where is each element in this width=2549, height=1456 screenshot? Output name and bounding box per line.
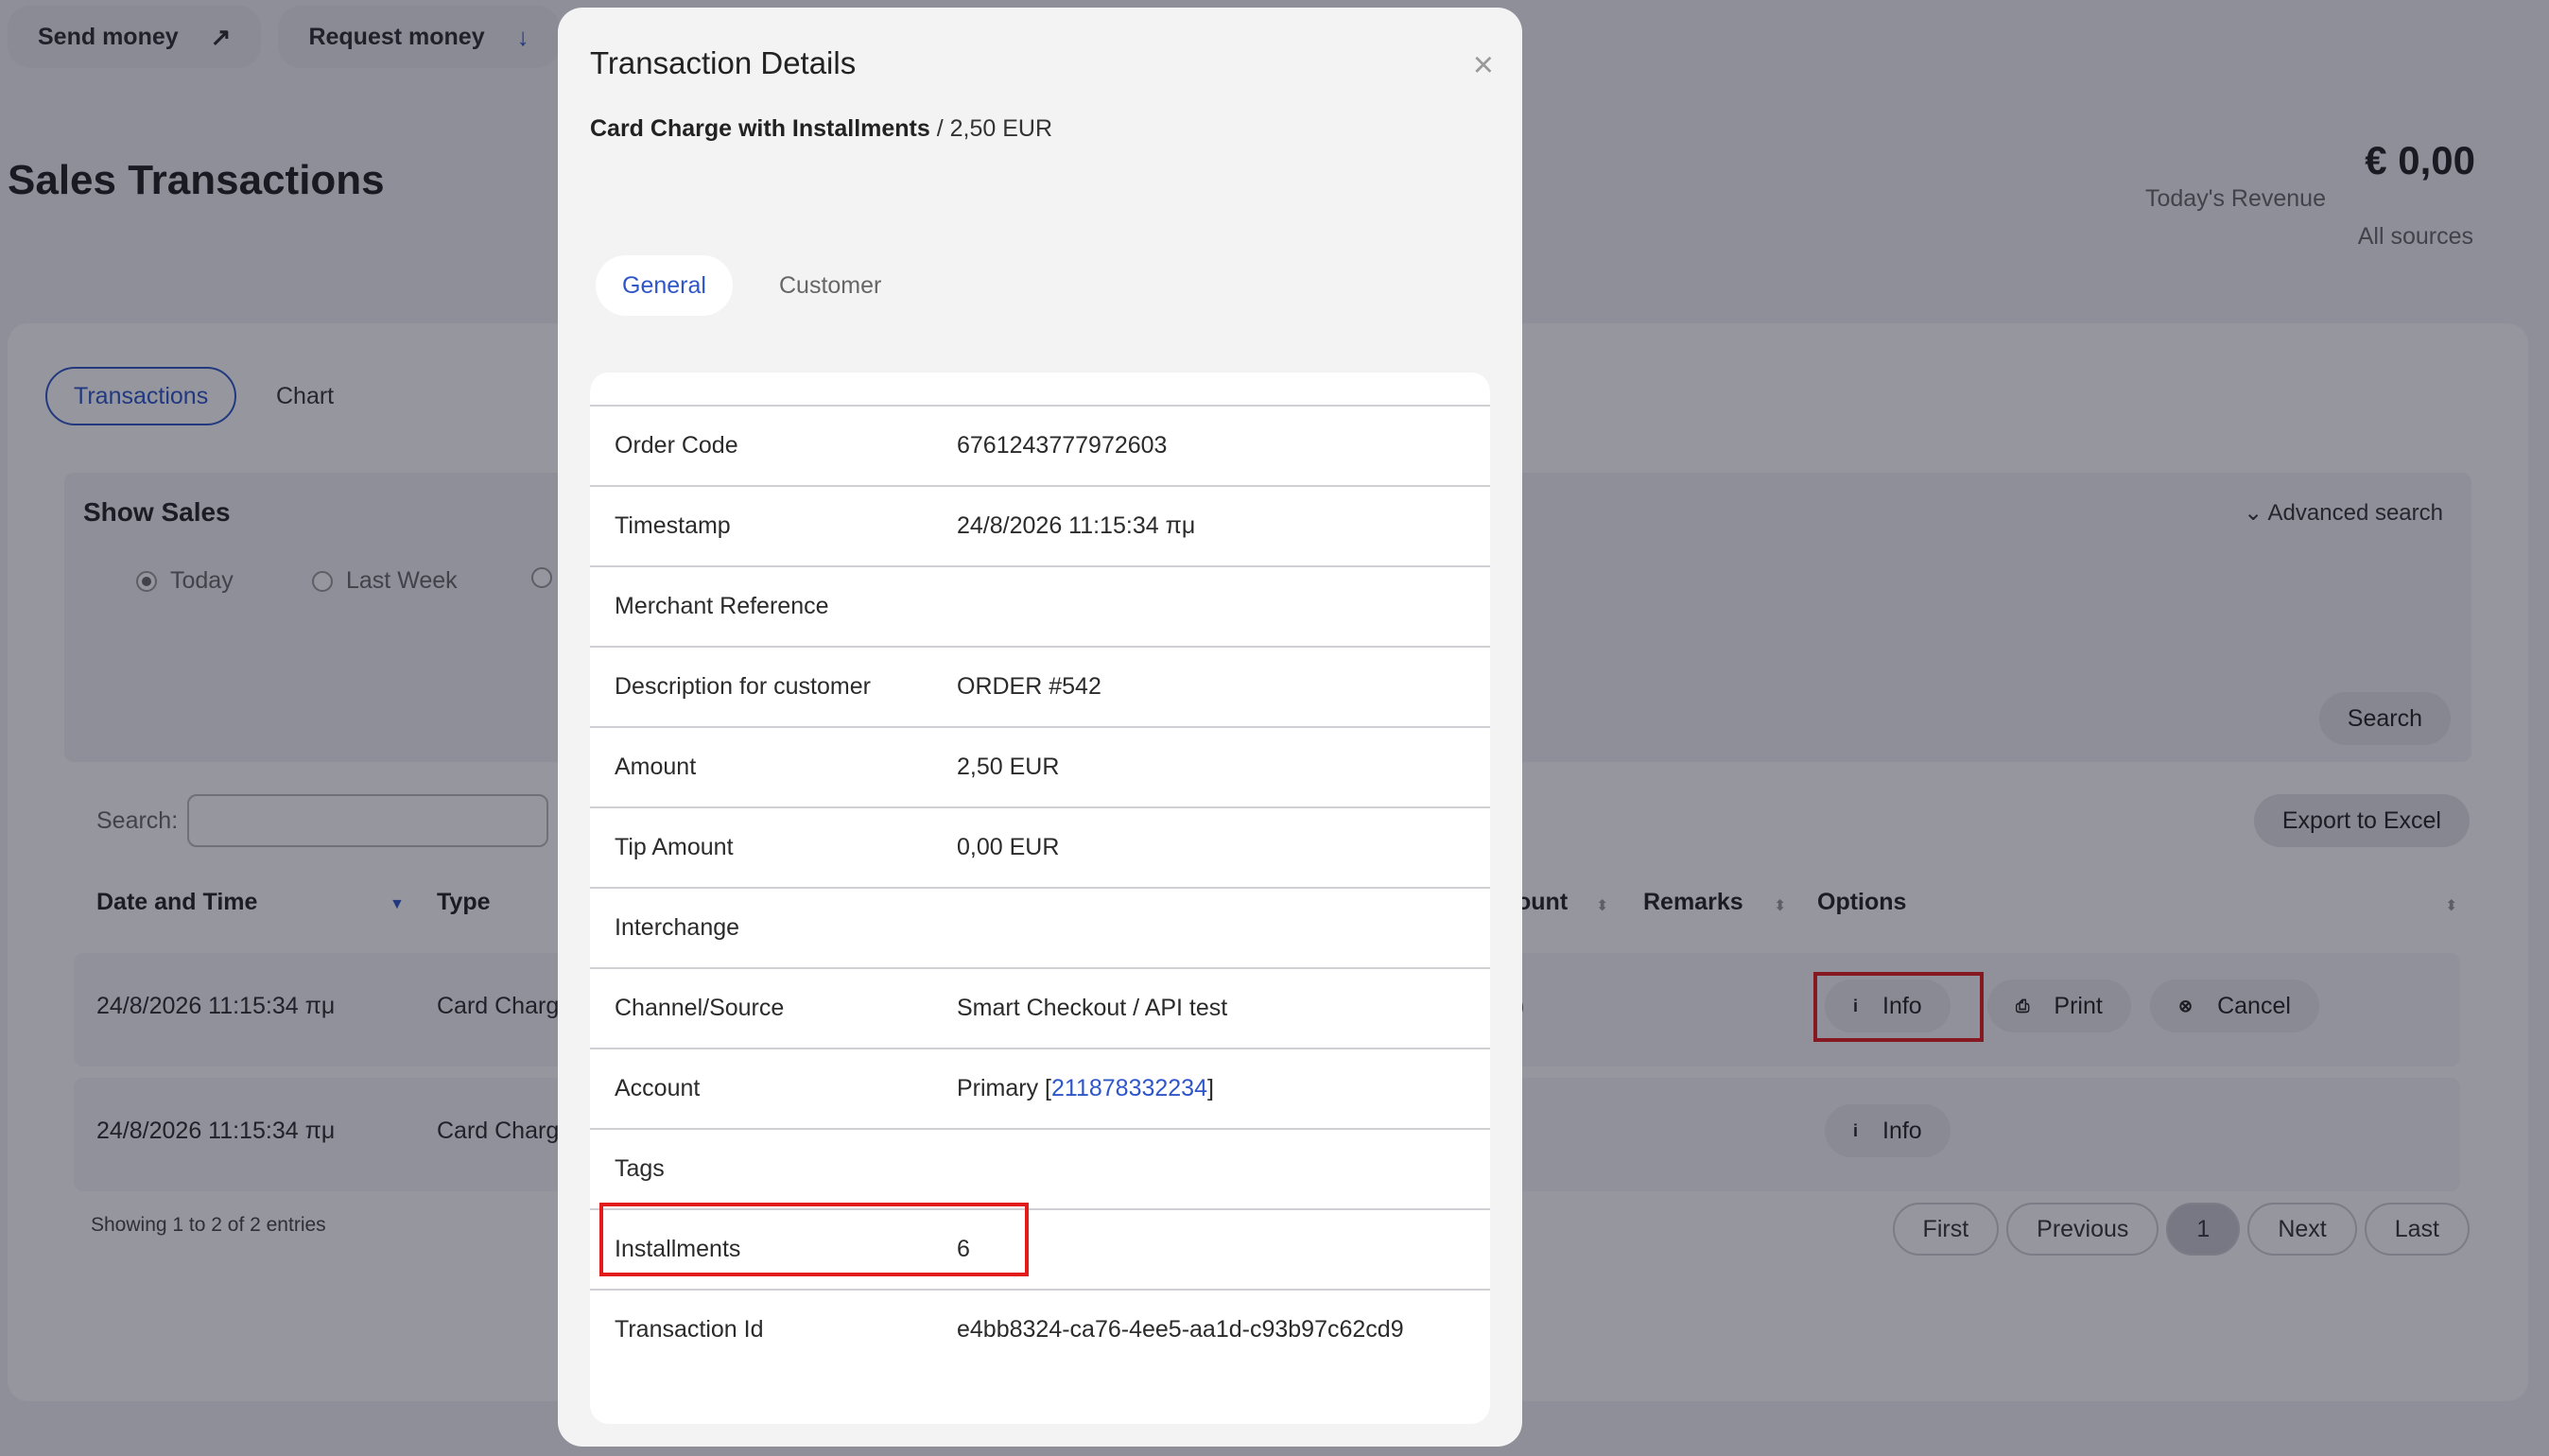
detail-row-channel-source: Channel/Source Smart Checkout / API test bbox=[590, 967, 1490, 1048]
detail-row-timestamp: Timestamp 24/8/2026 11:15:34 πμ bbox=[590, 485, 1490, 565]
account-prefix: Primary [ bbox=[957, 1075, 1051, 1101]
detail-row-description: Description for customer ORDER #542 bbox=[590, 646, 1490, 726]
installments-highlight bbox=[599, 1203, 1029, 1276]
close-icon[interactable]: × bbox=[1473, 45, 1494, 86]
detail-key: Tags bbox=[615, 1155, 665, 1182]
detail-value: Smart Checkout / API test bbox=[957, 995, 1228, 1021]
detail-value: e4bb8324-ca76-4ee5-aa1d-c93b97c62cd9 bbox=[957, 1316, 1404, 1343]
detail-key: Description for customer bbox=[615, 673, 871, 700]
detail-value: Primary [211878332234] bbox=[957, 1075, 1214, 1102]
detail-key: Interchange bbox=[615, 914, 740, 941]
detail-row-transaction-id: Transaction Id e4bb8324-ca76-4ee5-aa1d-c… bbox=[590, 1289, 1490, 1369]
detail-value: ORDER #542 bbox=[957, 673, 1101, 700]
detail-key: Timestamp bbox=[615, 512, 731, 539]
detail-key: Channel/Source bbox=[615, 995, 785, 1021]
detail-value: 24/8/2026 11:15:34 πμ bbox=[957, 512, 1196, 539]
detail-row-interchange: Interchange bbox=[590, 887, 1490, 967]
detail-value: 6761243777972603 bbox=[957, 432, 1168, 459]
tab-customer[interactable]: Customer bbox=[753, 255, 908, 316]
detail-key: Account bbox=[615, 1075, 701, 1101]
detail-row-order-code: Order Code 6761243777972603 bbox=[590, 405, 1490, 485]
tab-general[interactable]: General bbox=[596, 255, 733, 316]
detail-value: 2,50 EUR bbox=[957, 754, 1060, 780]
account-suffix: ] bbox=[1207, 1075, 1214, 1101]
detail-key: Merchant Reference bbox=[615, 593, 829, 619]
detail-key: Amount bbox=[615, 754, 697, 780]
detail-key: Order Code bbox=[615, 432, 738, 459]
detail-row-account: Account Primary [211878332234] bbox=[590, 1048, 1490, 1128]
detail-row-tip-amount: Tip Amount 0,00 EUR bbox=[590, 806, 1490, 887]
detail-key: Tip Amount bbox=[615, 834, 734, 860]
detail-row-amount: Amount 2,50 EUR bbox=[590, 726, 1490, 806]
transaction-amount: / 2,50 EUR bbox=[929, 115, 1053, 142]
detail-value: 0,00 EUR bbox=[957, 834, 1060, 860]
detail-row-merchant-reference: Merchant Reference bbox=[590, 565, 1490, 646]
transaction-type: Card Charge with Installments bbox=[590, 115, 930, 142]
modal-subtitle: Card Charge with Installments / 2,50 EUR bbox=[590, 115, 1052, 143]
detail-row-tags: Tags bbox=[590, 1128, 1490, 1208]
modal-title: Transaction Details bbox=[590, 45, 857, 80]
detail-key: Transaction Id bbox=[615, 1316, 764, 1343]
account-number-link[interactable]: 211878332234 bbox=[1051, 1075, 1207, 1101]
